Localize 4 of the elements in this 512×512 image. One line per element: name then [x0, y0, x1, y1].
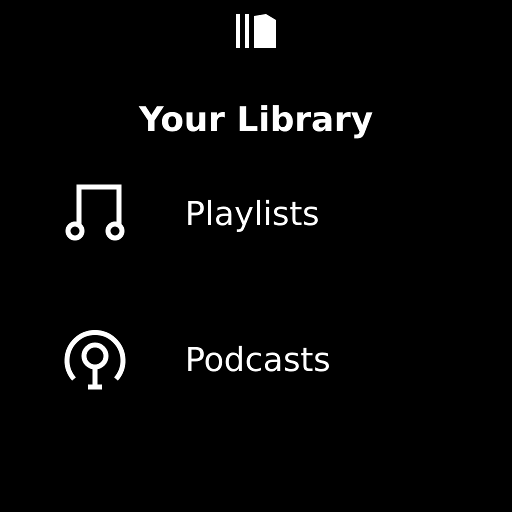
library-icon	[236, 14, 276, 48]
menu-item[interactable]: Podcasts	[185, 340, 331, 378]
menu-item[interactable]: Playlists	[185, 194, 320, 232]
page-title: Your Library	[139, 100, 373, 140]
